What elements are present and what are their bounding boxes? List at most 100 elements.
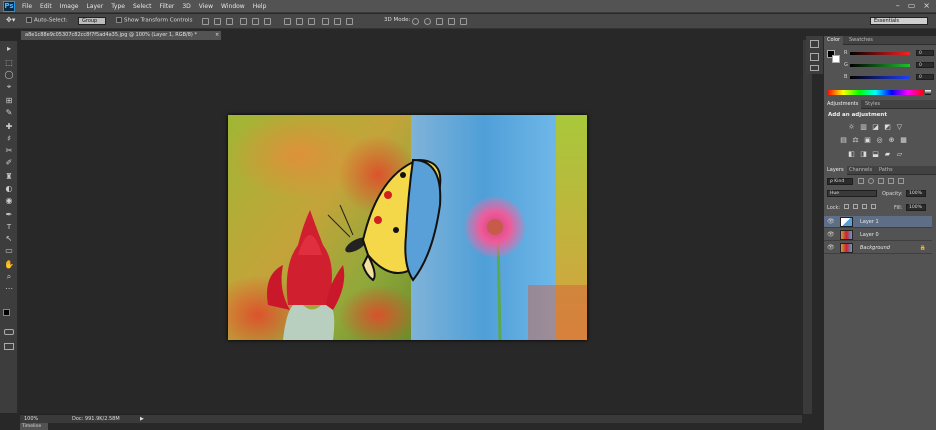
layer-row-layer-0[interactable]: 👁 Layer 0 (824, 229, 932, 241)
levels-icon[interactable]: ▥ (860, 124, 867, 131)
move-tool-icon[interactable]: ✥▾ (6, 16, 15, 24)
posterize-icon[interactable]: ◨ (860, 151, 867, 158)
crop-tool[interactable]: ⊞ (4, 97, 14, 105)
tab-paths[interactable]: Paths (876, 166, 896, 175)
distribute-bottom-icon[interactable] (308, 18, 315, 25)
menu-edit[interactable]: Edit (40, 3, 52, 10)
zoom-tool[interactable]: ⌕ (4, 273, 14, 281)
shape-tool[interactable]: ▭ (4, 247, 14, 255)
color-spectrum-ramp[interactable] (827, 90, 924, 95)
color-balance-icon[interactable]: ⚖ (852, 137, 859, 144)
lock-position-icon[interactable] (862, 204, 867, 209)
eraser-tool[interactable]: ♜ (4, 173, 14, 181)
document-image[interactable] (228, 115, 587, 340)
show-transform-checkbox[interactable]: Show Transform Controls (116, 17, 192, 24)
vibrance-icon[interactable]: ▽ (896, 124, 903, 131)
red-slider[interactable] (850, 52, 910, 55)
minimize-button[interactable]: – (896, 2, 900, 10)
tab-channels[interactable]: Channels (846, 166, 875, 175)
distribute-top-icon[interactable] (284, 18, 291, 25)
color-background-swatch[interactable] (832, 55, 840, 63)
type-tool[interactable]: T (4, 223, 14, 231)
distribute-vcenter-icon[interactable] (296, 18, 303, 25)
dodge-tool[interactable]: ◉ (4, 197, 14, 205)
close-tab-icon[interactable]: × (215, 32, 219, 38)
auto-select-dropdown[interactable]: Group (78, 17, 106, 25)
auto-select-checkbox[interactable]: Auto-Select: (26, 17, 68, 24)
history-brush-tool[interactable]: ✐ (4, 159, 14, 167)
blue-value[interactable]: 0 (916, 74, 934, 80)
align-top-icon[interactable] (202, 18, 209, 25)
menu-file[interactable]: File (22, 3, 32, 10)
layer-row-layer-1[interactable]: 👁 Layer 1 (824, 216, 932, 228)
align-bottom-icon[interactable] (226, 18, 233, 25)
lock-all-icon[interactable] (871, 204, 876, 209)
tab-swatches[interactable]: Swatches (846, 36, 876, 45)
document-tab[interactable]: a8e1c88e9c05307c82cc8f7f5ad4a35.jpg @ 10… (20, 30, 222, 40)
more-tools[interactable]: ⋯ (4, 285, 14, 293)
distribute-left-icon[interactable] (322, 18, 329, 25)
channel-mixer-icon[interactable]: ⊕ (888, 137, 895, 144)
menu-image[interactable]: Image (60, 3, 79, 10)
visibility-eye-icon[interactable]: 👁 (827, 231, 835, 238)
layer-name[interactable]: Layer 0 (860, 232, 879, 238)
photo-filter-icon[interactable]: ◎ (876, 137, 883, 144)
color-lookup-icon[interactable]: ▦ (900, 137, 907, 144)
brightness-contrast-icon[interactable]: ☼ (848, 124, 855, 131)
tab-styles[interactable]: Styles (862, 100, 883, 109)
hand-tool[interactable]: ✋ (4, 261, 14, 269)
quick-mask-icon[interactable] (4, 329, 14, 335)
visibility-eye-icon[interactable]: 👁 (827, 244, 835, 251)
hue-saturation-icon[interactable]: ▤ (840, 137, 847, 144)
threshold-icon[interactable]: ⬓ (872, 151, 879, 158)
distribute-right-icon[interactable] (346, 18, 353, 25)
3d-scale-icon[interactable] (460, 18, 467, 25)
close-window-button[interactable]: × (923, 2, 930, 10)
maximize-button[interactable]: ▭ (908, 2, 916, 10)
menu-window[interactable]: Window (221, 3, 245, 10)
menu-layer[interactable]: Layer (86, 3, 103, 10)
invert-icon[interactable]: ◧ (848, 151, 855, 158)
align-hcenter-icon[interactable] (252, 18, 259, 25)
blue-slider[interactable] (850, 76, 910, 79)
3d-pan-icon[interactable] (436, 18, 443, 25)
menu-select[interactable]: Select (133, 3, 152, 10)
menu-type[interactable]: Type (111, 3, 125, 10)
green-slider[interactable] (850, 64, 910, 67)
pixel-filter-icon[interactable] (858, 178, 864, 184)
status-menu-arrow-icon[interactable]: ▶ (140, 416, 144, 422)
black-white-icon[interactable]: ▣ (864, 137, 871, 144)
marquee-tool[interactable]: ⬚ (4, 59, 14, 67)
vertical-scrollbar[interactable] (803, 40, 812, 414)
history-panel-icon[interactable] (810, 40, 819, 48)
adjustment-filter-icon[interactable] (868, 178, 874, 184)
foreground-color-swatch[interactable] (3, 309, 10, 316)
red-value[interactable]: 0 (916, 50, 934, 56)
opacity-field[interactable]: 100% (906, 190, 926, 197)
menu-help[interactable]: Help (253, 3, 267, 10)
align-right-icon[interactable] (264, 18, 271, 25)
tab-adjustments[interactable]: Adjustments (824, 100, 862, 109)
gradient-map-icon[interactable]: ▰ (884, 151, 891, 158)
tab-color[interactable]: Color (824, 36, 844, 45)
move-tool[interactable]: ▸ (4, 45, 14, 53)
zoom-level[interactable]: 100% (24, 416, 38, 422)
align-left-icon[interactable] (240, 18, 247, 25)
smart-object-filter-icon[interactable] (898, 178, 904, 184)
3d-roll-icon[interactable] (424, 18, 431, 25)
layer-name[interactable]: Layer 1 (860, 219, 879, 225)
type-filter-icon[interactable] (878, 178, 884, 184)
lasso-tool[interactable]: ◯ (4, 71, 14, 79)
brush-tool[interactable]: ♯ (4, 135, 14, 143)
gradient-tool[interactable]: ◐ (4, 185, 14, 193)
properties-panel-icon[interactable] (810, 53, 819, 61)
shape-filter-icon[interactable] (888, 178, 894, 184)
timeline-tab[interactable]: Timeline (20, 423, 48, 430)
3d-rotate-icon[interactable] (412, 18, 419, 25)
healing-brush-tool[interactable]: ✚ (4, 123, 14, 131)
quick-select-tool[interactable]: ⌖ (4, 83, 14, 91)
visibility-eye-icon[interactable]: 👁 (827, 218, 835, 225)
lock-transparent-icon[interactable] (844, 204, 849, 209)
pen-tool[interactable]: ✒ (4, 211, 14, 219)
layer-filter-kind[interactable]: ρ Kind (827, 178, 853, 185)
